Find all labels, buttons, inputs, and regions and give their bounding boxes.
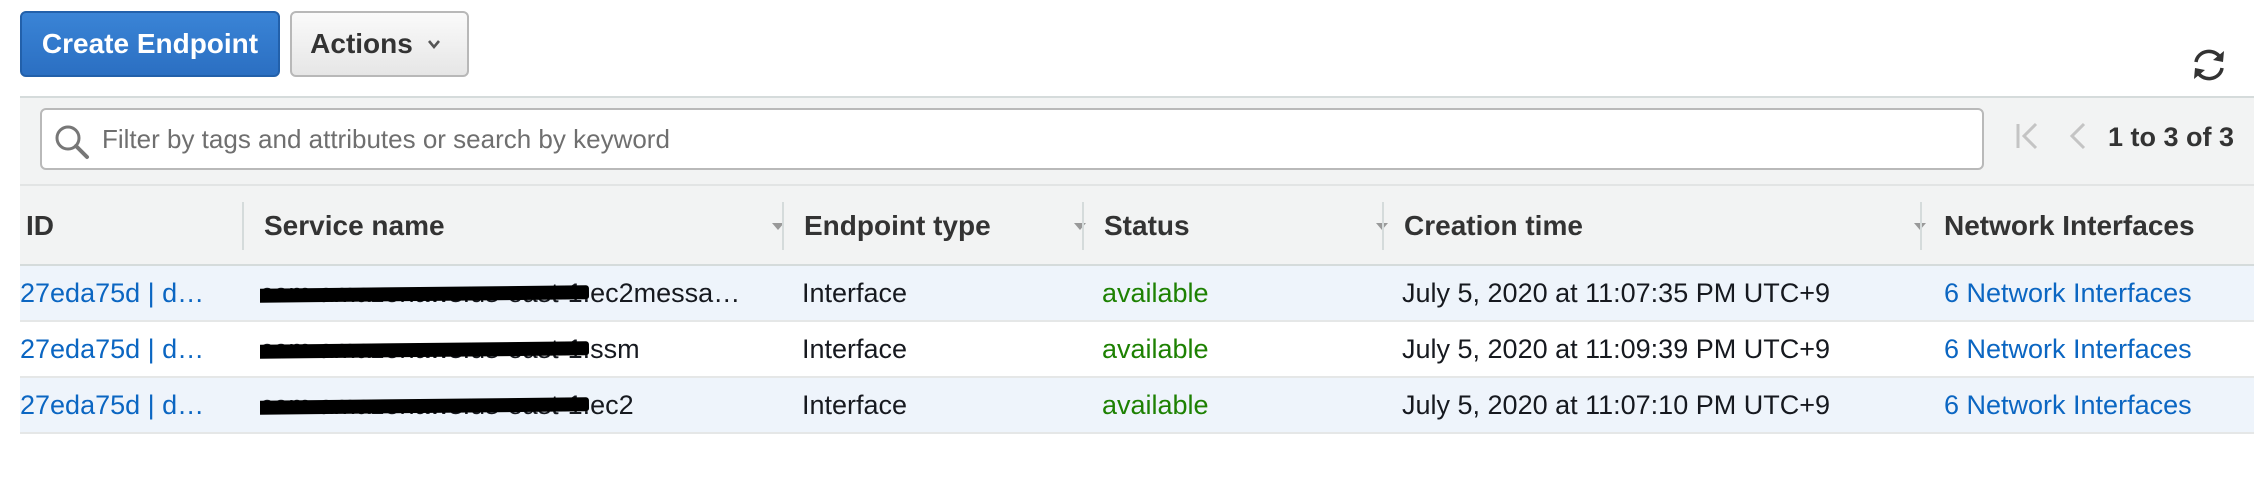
column-header-status[interactable]: Status	[1104, 186, 1404, 266]
column-divider[interactable]	[1382, 202, 1384, 250]
column-header-creation-time[interactable]: Creation time	[1404, 186, 1942, 266]
status-cell: available	[1102, 389, 1209, 420]
column-header-service-name[interactable]: Service name	[264, 186, 800, 266]
column-header-endpoint-type[interactable]: Endpoint type	[804, 186, 1102, 266]
create-endpoint-button[interactable]: Create Endpoint	[20, 11, 280, 77]
refresh-icon[interactable]	[2188, 45, 2230, 85]
endpoint-id-link[interactable]: 27eda75d | d…	[20, 266, 230, 320]
endpoint-type-cell: Interface	[802, 389, 908, 420]
column-header-id[interactable]: ID	[26, 186, 246, 266]
create-endpoint-label: Create Endpoint	[41, 28, 259, 59]
actions-label: Actions	[310, 28, 413, 59]
search-box[interactable]	[40, 108, 1984, 170]
endpoint-id-link[interactable]: 27eda75d | d…	[20, 378, 230, 432]
status-cell: available	[1102, 277, 1209, 308]
table-header: ID Service name Endpoint type Status Cre…	[20, 184, 2254, 266]
creation-time-cell: July 5, 2020 at 11:07:35 PM UTC+9	[1402, 277, 1830, 308]
endpoints-table: ID Service name Endpoint type Status Cre…	[20, 184, 2254, 434]
table-row[interactable]: 27eda75d | d… com.amazonaws.us-east-1.ec…	[20, 378, 2254, 434]
search-input[interactable]	[102, 118, 1962, 160]
service-name-cell: com.amazonaws.us-east-1.ssm	[260, 322, 790, 376]
redacted-service-prefix: com.amazonaws.us-east-1	[260, 390, 589, 421]
search-icon	[55, 125, 89, 159]
column-divider[interactable]	[782, 202, 784, 250]
creation-time-cell: July 5, 2020 at 11:09:39 PM UTC+9	[1402, 333, 1830, 364]
endpoint-type-cell: Interface	[802, 277, 908, 308]
service-name-suffix: .ec2messa…	[582, 277, 741, 308]
actions-button[interactable]: Actions	[290, 11, 469, 77]
first-page-icon[interactable]	[2010, 118, 2046, 154]
table-row[interactable]: 27eda75d | d… com.amazonaws.us-east-1.ss…	[20, 322, 2254, 378]
chevron-down-icon	[427, 40, 440, 50]
service-name-suffix: .ec2	[582, 389, 634, 420]
column-header-network-interfaces[interactable]: Network Interfaces	[1944, 186, 2254, 266]
creation-time-cell: July 5, 2020 at 11:07:10 PM UTC+9	[1402, 389, 1830, 420]
filter-bar: 1 to 3 of 3	[20, 96, 2254, 184]
previous-page-icon[interactable]	[2062, 118, 2098, 154]
column-divider[interactable]	[242, 202, 244, 250]
redacted-service-prefix: com.amazonaws.us-east-1	[260, 278, 589, 309]
endpoint-id-link[interactable]: 27eda75d | d…	[20, 322, 230, 376]
status-cell: available	[1102, 333, 1209, 364]
redacted-service-prefix: com.amazonaws.us-east-1	[260, 334, 589, 365]
network-interfaces-link[interactable]: 6 Network Interfaces	[1944, 378, 2254, 432]
table-row[interactable]: 27eda75d | d… com.amazonaws.us-east-1.ec…	[20, 266, 2254, 322]
network-interfaces-link[interactable]: 6 Network Interfaces	[1944, 322, 2254, 376]
service-name-cell: com.amazonaws.us-east-1.ec2messa…	[260, 266, 790, 320]
endpoint-type-cell: Interface	[802, 333, 908, 364]
sort-caret-icon	[1074, 223, 1086, 230]
service-name-suffix: .ssm	[582, 333, 640, 364]
pagination-label: 1 to 3 of 3	[2108, 122, 2235, 152]
network-interfaces-link[interactable]: 6 Network Interfaces	[1944, 266, 2254, 320]
service-name-cell: com.amazonaws.us-east-1.ec2	[260, 378, 790, 432]
column-divider[interactable]	[1082, 202, 1084, 250]
column-divider[interactable]	[1920, 202, 1922, 250]
